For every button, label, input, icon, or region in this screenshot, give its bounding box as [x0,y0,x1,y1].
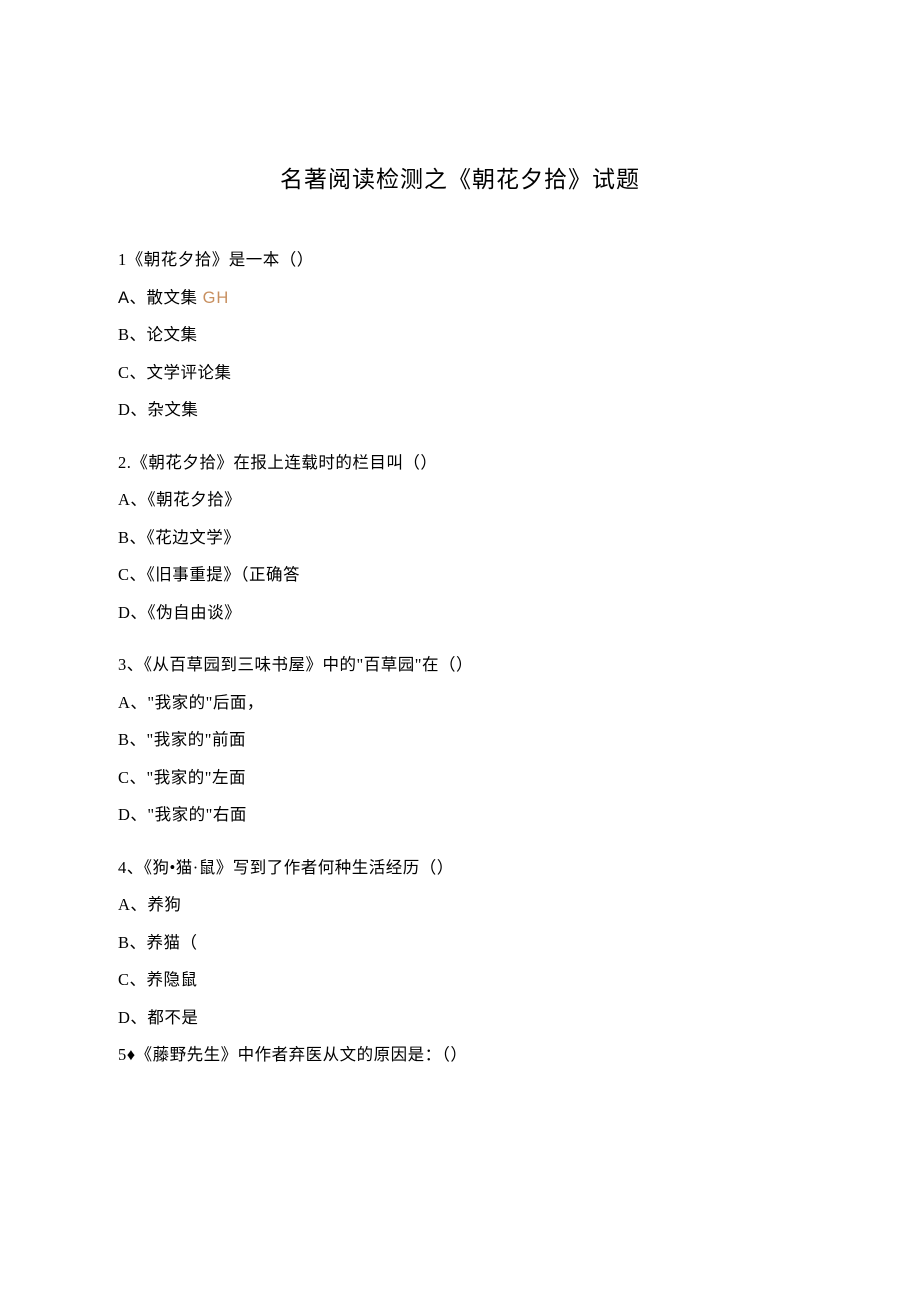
q2-stem: 2.《朝花夕拾》在报上连载时的栏目叫（） [118,455,802,472]
q2-option-d: D、《伪自由谈》 [118,605,802,622]
q3-stem: 3、《从百草园到三味书屋》中的"百草园"在（） [118,657,802,674]
question-4: 4、《狗•猫·鼠》写到了作者何种生活经历（） A、养狗 B、养猫（ C、养隐鼠 … [118,860,802,1064]
q5-stem: 5♦《藤野先生》中作者弃医从文的原因是：（） [118,1047,802,1064]
q4-option-a: A、养狗 [118,897,802,914]
q4-option-b: B、养猫（ [118,935,802,952]
q3-option-b: B、"我家的"前面 [118,732,802,749]
q1-stem: 1《朝花夕拾》是一本（） [118,252,802,269]
q1-option-b: B、论文集 [118,327,802,344]
q3-option-d: D、"我家的"右面 [118,807,802,824]
q1-option-a: A、散文集 GH [118,290,802,307]
q3-option-a: A、"我家的"后面， [118,695,802,712]
q4-option-d: D、都不是 [118,1010,802,1027]
question-2: 2.《朝花夕拾》在报上连载时的栏目叫（） A、《朝花夕拾》 B、《花边文学》 C… [118,455,802,622]
q4-option-c: C、养隐鼠 [118,972,802,989]
q2-option-c: C、《旧事重提》（正确答 [118,567,802,584]
q2-option-a: A、《朝花夕拾》 [118,492,802,509]
q3-option-c: C、"我家的"左面 [118,770,802,787]
q1-a-gh: GH [203,289,230,307]
q1-option-d: D、杂文集 [118,402,802,419]
q1-option-c: C、文学评论集 [118,365,802,382]
page-title: 名著阅读检测之《朝花夕拾》试题 [118,160,802,194]
q4-stem: 4、《狗•猫·鼠》写到了作者何种生活经历（） [118,860,802,877]
question-1: 1《朝花夕拾》是一本（） A、散文集 GH B、论文集 C、文学评论集 D、杂文… [118,252,802,419]
q2-option-b: B、《花边文学》 [118,530,802,547]
q1-a-prefix: A、散文集 [118,289,203,307]
question-3: 3、《从百草园到三味书屋》中的"百草园"在（） A、"我家的"后面， B、"我家… [118,657,802,824]
